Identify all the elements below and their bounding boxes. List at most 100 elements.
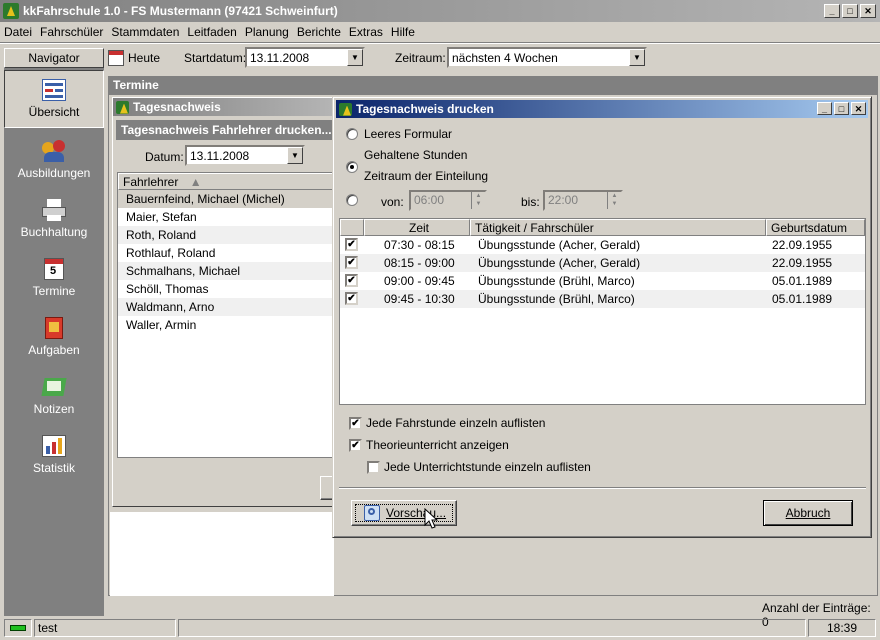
- range-label: Zeitraum:: [395, 51, 446, 65]
- from-label: von:: [381, 195, 404, 209]
- menu-divider: [0, 42, 880, 44]
- row-checkbox[interactable]: ✔: [345, 274, 358, 287]
- start-date-combo[interactable]: 13.11.2008 ▼: [245, 47, 365, 68]
- list-item[interactable]: Maier, Stefan: [118, 208, 334, 226]
- tagesnachweis-title: Tagesnachweis: [133, 100, 221, 114]
- table-row[interactable]: ✔ 08:15 - 09:00 Übungsstunde (Acher, Ger…: [340, 254, 865, 272]
- option-theory-checkbox[interactable]: ✔: [349, 439, 362, 452]
- nav-item-buchhaltung[interactable]: Buchhaltung: [4, 191, 104, 249]
- menu-bar: Datei Fahrschüler Stammdaten Leitfaden P…: [0, 22, 880, 42]
- radio-empty-form-label: Leeres Formular: [364, 127, 453, 141]
- radio-period[interactable]: [346, 194, 358, 206]
- to-time-spinner[interactable]: 22:00 ▲ ▼: [543, 190, 623, 211]
- radio-held-lessons-label: Gehaltene Stunden: [364, 148, 468, 162]
- from-time-spinner[interactable]: 06:00 ▲ ▼: [409, 190, 487, 211]
- app-icon: [116, 100, 129, 114]
- radio-empty-form[interactable]: [346, 128, 358, 140]
- menu-hilfe[interactable]: Hilfe: [391, 25, 415, 39]
- nav-item-notizen[interactable]: Notizen: [4, 368, 104, 426]
- mouse-pointer-icon: [424, 508, 438, 529]
- menu-planung[interactable]: Planung: [245, 25, 289, 39]
- radio-held-lessons[interactable]: [346, 161, 358, 173]
- nav-item-statistik[interactable]: Statistik: [4, 427, 104, 485]
- range-combo[interactable]: nächsten 4 Wochen ▼: [447, 47, 647, 68]
- row-activity: Übungsstunde (Acher, Gerald): [478, 256, 641, 270]
- dialog-divider: [339, 487, 866, 489]
- option-each-lesson-checkbox[interactable]: ✔: [349, 417, 362, 430]
- cancel-button[interactable]: Abbruch: [763, 500, 853, 526]
- row-time: 08:15 - 09:00: [384, 256, 455, 270]
- table-row[interactable]: ✔ 09:45 - 10:30 Übungsstunde (Brühl, Mar…: [340, 290, 865, 308]
- nav-item-ausbildungen[interactable]: Ausbildungen: [4, 132, 104, 190]
- chevron-down-icon[interactable]: ▼: [287, 147, 303, 164]
- chevron-down-icon[interactable]: ▼: [347, 49, 363, 66]
- status-middle: [178, 619, 806, 637]
- row-checkbox[interactable]: ✔: [345, 256, 358, 269]
- row-birthdate: 22.09.1955: [772, 238, 833, 252]
- row-activity: Übungsstunde (Acher, Gerald): [478, 238, 641, 252]
- nav-item-termine[interactable]: 5 Termine: [4, 250, 104, 308]
- app-titlebar: kkFahrschule 1.0 - FS Mustermann (97421 …: [0, 0, 880, 22]
- dialog-maximize-button[interactable]: □: [834, 102, 849, 115]
- range-value: nächsten 4 Wochen: [452, 50, 558, 65]
- status-time: 18:39: [808, 619, 876, 637]
- spinner-arrows-icon[interactable]: ▲ ▼: [471, 192, 485, 209]
- to-label: bis:: [521, 195, 540, 209]
- grid-header-birthdate[interactable]: Geburtsdatum: [766, 219, 865, 236]
- tagesnachweis-subtitle: Tagesnachweis Fahrlehrer drucken...: [116, 120, 332, 140]
- menu-berichte[interactable]: Berichte: [297, 25, 341, 39]
- status-bar: test 18:39: [0, 618, 880, 638]
- spinner-arrows-icon[interactable]: ▲ ▼: [607, 192, 621, 209]
- minimize-button[interactable]: _: [824, 4, 840, 18]
- instructor-column-header[interactable]: Fahrlehrer ▲: [118, 173, 334, 190]
- option-theory-label: Theorieunterricht anzeigen: [366, 438, 509, 452]
- nav-label: Statistik: [32, 461, 75, 475]
- table-row[interactable]: ✔ 07:30 - 08:15 Übungsstunde (Acher, Ger…: [340, 236, 865, 254]
- row-checkbox[interactable]: ✔: [345, 292, 358, 305]
- close-button[interactable]: ✕: [860, 4, 876, 18]
- list-item[interactable]: Waller, Armin: [118, 316, 334, 334]
- row-activity: Übungsstunde (Brühl, Marco): [478, 274, 635, 288]
- table-row[interactable]: ✔ 09:00 - 09:45 Übungsstunde (Brühl, Mar…: [340, 272, 865, 290]
- nav-item-uebersicht[interactable]: Übersicht: [4, 70, 104, 128]
- dialog-title: Tagesnachweis drucken: [356, 102, 494, 116]
- row-time: 09:00 - 09:45: [384, 274, 455, 288]
- dialog-close-button[interactable]: ✕: [851, 102, 866, 115]
- list-item[interactable]: Roth, Roland: [118, 226, 334, 244]
- row-activity: Übungsstunde (Brühl, Marco): [478, 292, 635, 306]
- today-label: Heute: [128, 51, 161, 65]
- menu-extras[interactable]: Extras: [349, 25, 383, 39]
- nav-label: Buchhaltung: [20, 225, 88, 239]
- grid-header-time[interactable]: Zeit: [364, 219, 470, 236]
- list-item[interactable]: Bauernfeind, Michael (Michel): [118, 190, 334, 208]
- maximize-button[interactable]: □: [842, 4, 858, 18]
- row-checkbox[interactable]: ✔: [345, 238, 358, 251]
- nav-label: Aufgaben: [28, 343, 80, 357]
- today-button[interactable]: Heute: [108, 48, 160, 68]
- dialog-minimize-button[interactable]: _: [817, 102, 832, 115]
- menu-datei[interactable]: Datei: [4, 25, 32, 39]
- main-white-area: [110, 512, 334, 596]
- row-time: 09:45 - 10:30: [384, 292, 455, 306]
- option-each-class-checkbox[interactable]: [367, 461, 380, 474]
- nav-item-aufgaben[interactable]: Aufgaben: [4, 309, 104, 367]
- list-item[interactable]: Rothlauf, Roland: [118, 244, 334, 262]
- grid-header-activity[interactable]: Tätigkeit / Fahrschüler: [470, 219, 766, 236]
- nav-label: Ausbildungen: [17, 166, 91, 180]
- menu-fahrschueler[interactable]: Fahrschüler: [40, 25, 103, 39]
- status-user: test: [34, 619, 176, 637]
- date-combo[interactable]: 13.11.2008 ▼: [185, 145, 305, 166]
- start-date-value: 13.11.2008: [250, 50, 310, 65]
- chevron-down-icon[interactable]: ▼: [629, 49, 645, 66]
- menu-leitfaden[interactable]: Leitfaden: [187, 25, 236, 39]
- people-icon: [42, 140, 66, 162]
- preview-button[interactable]: Vorschau...: [351, 500, 457, 526]
- menu-stammdaten[interactable]: Stammdaten: [111, 25, 179, 39]
- list-item[interactable]: Schmalhans, Michael: [118, 262, 334, 280]
- list-item[interactable]: Schöll, Thomas: [118, 280, 334, 298]
- option-each-class-label: Jede Unterrichtstunde einzeln auflisten: [384, 460, 591, 474]
- nav-label: Notizen: [33, 402, 75, 416]
- list-item[interactable]: Waldmann, Arno: [118, 298, 334, 316]
- nav-label: Übersicht: [28, 105, 80, 119]
- app-title: kkFahrschule 1.0 - FS Mustermann (97421 …: [23, 4, 338, 18]
